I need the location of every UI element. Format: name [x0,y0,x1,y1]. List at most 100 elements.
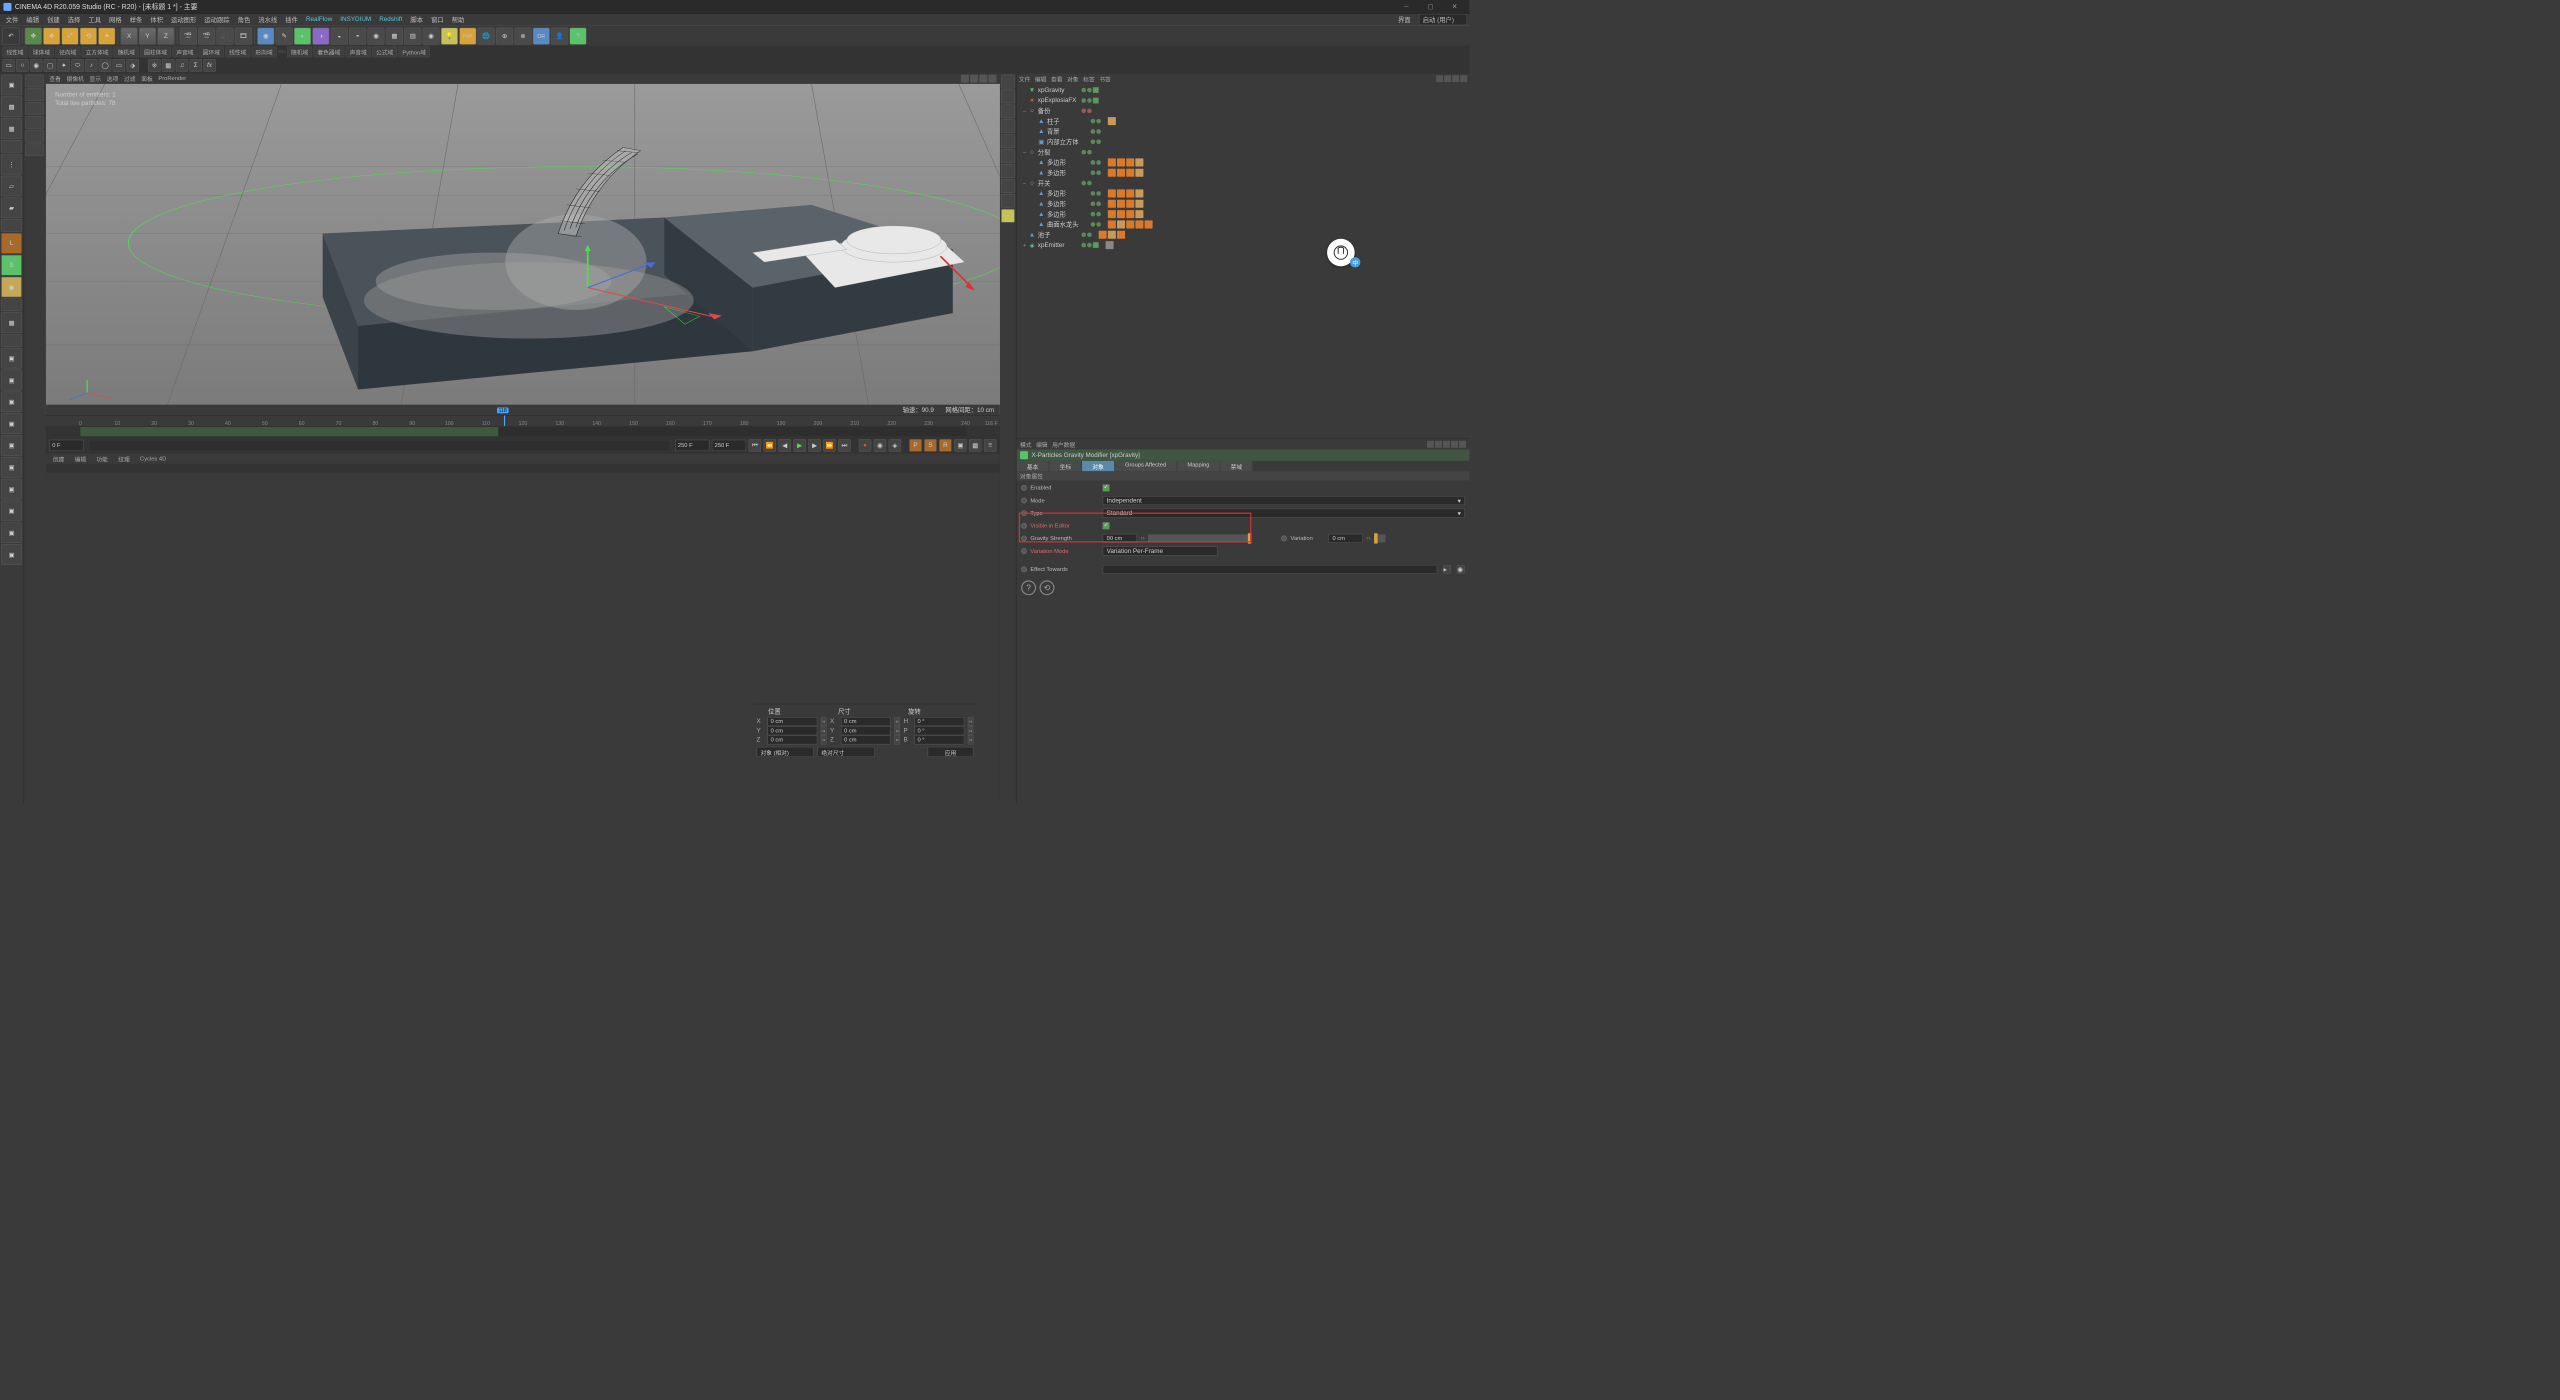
object-name[interactable]: 柱子 [1047,117,1087,126]
field-icon[interactable]: ♫ [176,59,189,72]
menu-character[interactable]: 角色 [234,14,254,25]
field-icon[interactable]: Σ [189,59,202,72]
menu-help[interactable]: 帮助 [448,14,468,25]
visibility-dot[interactable] [1096,212,1101,217]
object-tag[interactable] [1108,220,1116,228]
object-name[interactable]: 背景 [1047,127,1087,136]
tool-cursor[interactable] [25,116,43,129]
goto-end-button[interactable]: ⏭ [838,439,851,452]
visibility-dot[interactable] [1096,191,1101,196]
tool-points[interactable]: ⋮ [1,154,22,175]
field-tab[interactable]: 随机域 [287,46,312,57]
field-icon[interactable]: ⬗ [126,59,139,72]
undo-button[interactable]: ↶ [2,27,19,44]
visibility-dot[interactable] [1096,201,1101,206]
view-menu-item[interactable]: 过滤 [124,74,135,83]
field-icon[interactable]: fx [203,59,216,72]
next-frame-button[interactable]: ▶ [808,439,821,452]
object-tag[interactable] [1135,220,1143,228]
timeline-track[interactable] [80,427,965,436]
object-name[interactable]: 多边形 [1047,168,1087,177]
object-row[interactable]: ▲曲面水龙头 [1017,219,1470,229]
object-tag[interactable] [1117,189,1125,197]
coord-mode-dropdown[interactable]: 对象 (相对) [757,747,814,757]
scale-key-button[interactable]: S [924,439,937,452]
primitive-cube-button[interactable]: ◉ [257,27,274,44]
visibility-dot[interactable] [1081,108,1086,113]
axis-z-button[interactable]: Z [157,27,174,44]
field-icon[interactable]: ※ [148,59,161,72]
visibility-dot[interactable] [1091,170,1096,175]
strength-field[interactable]: 90 cm [1103,534,1137,543]
size-field[interactable]: 0 cm [841,726,891,735]
bottom-tab[interactable]: Cycles 4D [135,455,170,462]
expand-toggle[interactable]: – [1021,180,1028,186]
field-icon[interactable]: ⬭ [71,59,84,72]
object-name[interactable]: 多边形 [1047,210,1087,219]
object-row[interactable]: –○分裂 [1017,147,1470,157]
visibility-dot[interactable] [1091,160,1096,165]
menu-file[interactable]: 文件 [2,14,22,25]
select-tool[interactable]: ✥ [25,27,42,44]
tool-snap[interactable]: S [1,255,22,276]
field-tab[interactable]: 声音域 [172,46,197,57]
visibility-dot[interactable] [1091,222,1096,227]
object-row[interactable]: +◈xpEmitter [1017,240,1470,250]
vp-tool[interactable] [1001,134,1015,148]
menu-tracking[interactable]: 运动跟踪 [201,14,233,25]
field-icon[interactable]: ✦ [57,59,70,72]
vp-tool[interactable] [1001,179,1015,193]
object-tag[interactable] [1126,210,1134,218]
object-tag[interactable] [1117,200,1125,208]
tool-model[interactable]: ▣ [1,75,22,96]
next-key-button[interactable]: ⏩ [823,439,836,452]
object-name[interactable]: 多边形 [1047,158,1087,167]
refresh-button[interactable]: ⟲ [1040,580,1055,595]
tool-misc[interactable]: ▣ [1,370,22,391]
menu-mesh[interactable]: 网格 [106,14,126,25]
search-icon[interactable] [1436,75,1443,82]
recent-tool[interactable]: ✦ [98,27,115,44]
lock-icon[interactable] [1451,441,1458,448]
param-anim-icon[interactable] [1021,548,1027,554]
bottom-tab[interactable]: 创建 [48,454,69,464]
field-tab[interactable]: 径向域 [55,46,80,57]
tool-misc[interactable]: ▣ [1,348,22,369]
tool-workplane[interactable]: ▦ [1,118,22,139]
prev-frame-button[interactable]: ◀ [778,439,791,452]
enable-checkbox[interactable] [1093,242,1099,248]
render-view-button[interactable]: 🎬 [180,27,197,44]
menu-insydium[interactable]: INSYDIUM [337,15,375,24]
object-tag[interactable] [1135,200,1143,208]
object-tag[interactable] [1135,189,1143,197]
bottom-tab[interactable]: 纹理 [114,454,135,464]
tool-misc[interactable]: ▣ [1,391,22,412]
view-menu-item[interactable]: 面板 [141,74,152,83]
object-row[interactable]: ▲多边形 [1017,157,1470,167]
menu-select[interactable]: 选择 [64,14,84,25]
menu-realflow[interactable]: RealFlow [302,15,335,24]
object-tag[interactable] [1106,241,1114,249]
opts-button[interactable]: ≡ [984,439,997,452]
tool-cursor[interactable] [25,88,43,101]
filter-icon[interactable] [1452,75,1459,82]
visibility-dot[interactable] [1096,139,1101,144]
view-menu-item[interactable]: 摄像机 [67,74,84,83]
pla-key-button[interactable]: ▦ [969,439,982,452]
menu-redshift[interactable]: Redshift [376,15,406,24]
view-menu-item[interactable]: ProRender [158,75,186,81]
param-key-button[interactable]: ▣ [954,439,967,452]
globe-button[interactable]: 🌐 [478,27,495,44]
object-row[interactable]: ▲多边形 [1017,168,1470,178]
rotate-tool[interactable]: ⟲ [80,27,97,44]
bottom-tab[interactable]: 功能 [92,454,113,464]
layout-dropdown[interactable]: 启动 (用户) [1419,14,1467,25]
render-region-button[interactable]: 🎬 [198,27,215,44]
tool-grid[interactable]: ▦ [1,312,22,333]
object-row[interactable]: ▲多边形 [1017,209,1470,219]
param-anim-icon[interactable] [1021,523,1027,529]
visibility-dot[interactable] [1081,98,1086,103]
object-tag[interactable] [1117,169,1125,177]
prev-key-button[interactable]: ⏪ [763,439,776,452]
tool-misc[interactable]: ▣ [1,501,22,522]
